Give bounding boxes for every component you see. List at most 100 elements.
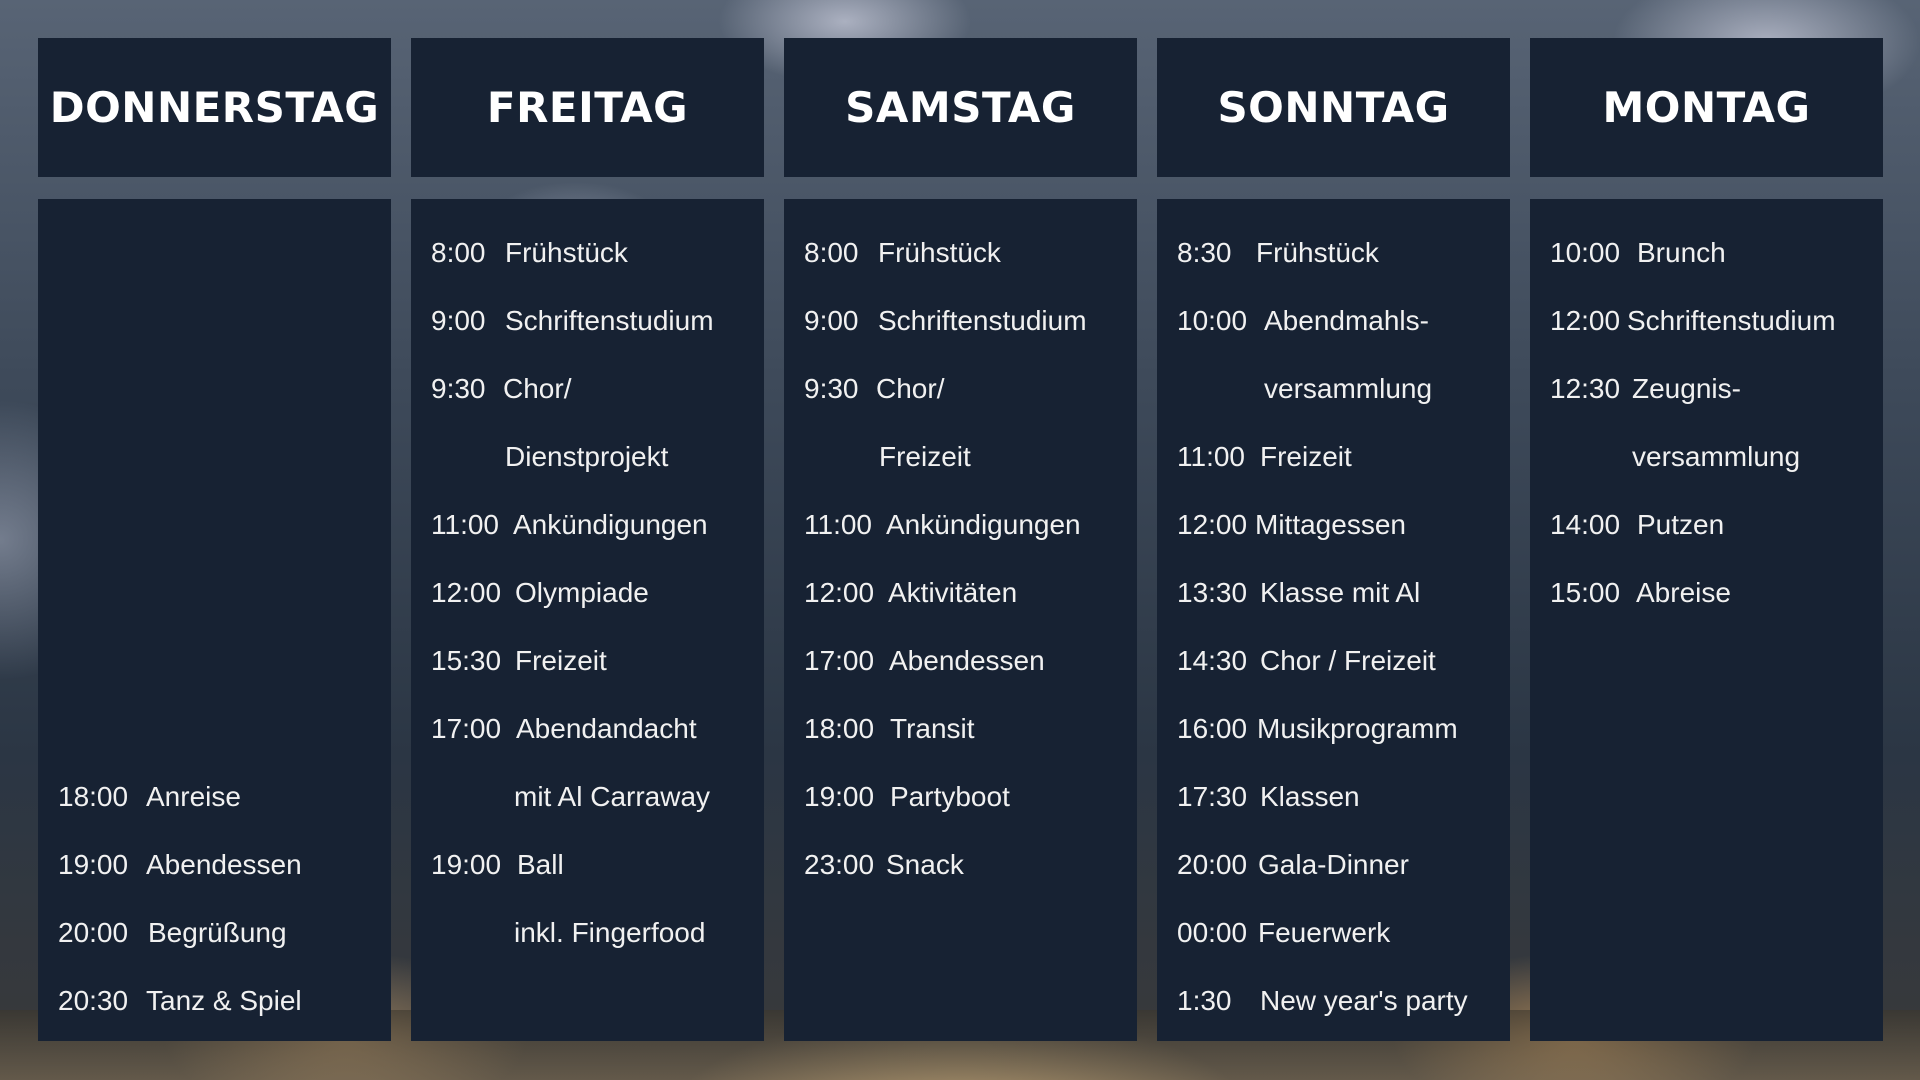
entry-activity: Abendandacht (516, 713, 697, 744)
entry-activity: Frühstück (1256, 237, 1379, 268)
entry-time: 00:00 (1177, 917, 1248, 948)
entry-time: 19:00 (804, 781, 875, 812)
entry-activity: versammlung (1264, 373, 1433, 404)
entry-activity: Partyboot (890, 781, 1010, 812)
entry-activity: Abendmahls- (1264, 305, 1429, 336)
entry-activity: New year's party (1260, 985, 1468, 1016)
entry-time: 10:00 (1177, 305, 1248, 336)
schedule-entry: 15:30 Freizeit (431, 627, 764, 695)
schedule-entry: 9:00 Schriftenstudium (804, 287, 1137, 355)
schedule-entry: 8:00 Frühstück (431, 219, 764, 287)
entry-activity: Freizeit (515, 645, 607, 676)
entry-activity: versammlung (1632, 441, 1801, 472)
day-name: FREITAG (486, 83, 689, 132)
entry-time: 15:30 (431, 645, 502, 676)
day-name: DONNERSTAG (49, 83, 380, 132)
entry-time: 12:00 (1550, 305, 1621, 336)
entry-time: 11:00 (431, 509, 499, 540)
day-agenda: 8:00 Frühstück 9:00 Schriftenstudium 9:30 Cho… (784, 199, 1137, 1041)
schedule-entry: inkl. Fingerfood (431, 899, 764, 967)
entry-time: 19:00 (431, 849, 502, 880)
entry-activity: Brunch (1637, 237, 1726, 268)
schedule-entry: 8:00 Frühstück (804, 219, 1137, 287)
schedule-entry: mit Al Carraway (431, 763, 764, 831)
entry-activity: Frühstück (878, 237, 1001, 268)
entry-activity: Anreise (146, 781, 241, 812)
entry-activity: Chor/ (503, 373, 572, 404)
entry-activity: Ankündigungen (886, 509, 1081, 540)
schedule-entry: 00:00 Feuerwerk (1177, 899, 1510, 967)
entry-activity: mit Al Carraway (514, 781, 711, 812)
entry-time: 9:30 (431, 373, 486, 404)
entry-time: 1:30 (1177, 985, 1232, 1016)
day-header: SAMSTAG (784, 38, 1137, 177)
schedule-entry: 12:00 Aktivitäten (804, 559, 1137, 627)
day-header: DONNERSTAG (38, 38, 391, 177)
entry-time: 17:30 (1177, 781, 1248, 812)
entry-time: 14:30 (1177, 645, 1248, 676)
schedule-entry: versammlung (1550, 423, 1883, 491)
entry-activity: Abendessen (146, 849, 302, 880)
entry-activity: Schriftenstudium (505, 305, 714, 336)
schedule-entry: 16:00 Musikprogramm (1177, 695, 1510, 763)
schedule-entry: 19:00 Ball (431, 831, 764, 899)
schedule-entry: 11:00 Ankündigungen (431, 491, 764, 559)
schedule-entry: versammlung (1177, 355, 1510, 423)
entry-activity: Snack (886, 849, 964, 880)
schedule-entry: Freizeit (804, 423, 1137, 491)
schedule-entry: 20:00 Begrüßung (58, 899, 391, 967)
entry-time: 8:00 (804, 237, 859, 268)
schedule-entry: 17:00 Abendessen (804, 627, 1137, 695)
entry-time: 9:30 (804, 373, 859, 404)
schedule-entry: 9:00 Schriftenstudium (431, 287, 764, 355)
entry-activity: Feuerwerk (1258, 917, 1391, 948)
schedule-entry: 18:00 Transit (804, 695, 1137, 763)
schedule-entry: 20:30 Tanz & Spiel (58, 967, 391, 1035)
entry-activity: Abreise (1636, 577, 1731, 608)
day-header: SONNTAG (1157, 38, 1510, 177)
entry-time: 13:30 (1177, 577, 1248, 608)
entry-activity: Olympiade (515, 577, 649, 608)
entry-time: 8:00 (431, 237, 486, 268)
entry-time: 20:00 (1177, 849, 1248, 880)
entry-activity: Mittagessen (1255, 509, 1406, 540)
schedule-entry: 1:30 New year's party (1177, 967, 1510, 1035)
schedule-entry: 12:00 Mittagessen (1177, 491, 1510, 559)
schedule-entry: 17:30 Klassen (1177, 763, 1510, 831)
entry-time: 12:00 (431, 577, 502, 608)
schedule-entry: 14:00 Putzen (1550, 491, 1883, 559)
entry-activity: Begrüßung (148, 917, 287, 948)
entry-time: 11:00 (804, 509, 872, 540)
entry-time: 15:00 (1550, 577, 1621, 608)
entry-time: 20:00 (58, 917, 129, 948)
entry-activity: Putzen (1637, 509, 1725, 540)
schedule-entry: 12:30 Zeugnis- (1550, 355, 1883, 423)
schedule-entry: 9:30 Chor/ (804, 355, 1137, 423)
schedule-entry: 10:00 Abendmahls- (1177, 287, 1510, 355)
entry-time: 9:00 (431, 305, 486, 336)
day-header: FREITAG (411, 38, 764, 177)
entry-activity: Ball (517, 849, 564, 880)
entry-time: 23:00 (804, 849, 875, 880)
entry-time: 11:00 (1177, 441, 1245, 472)
schedule-entry: 14:30 Chor / Freizeit (1177, 627, 1510, 695)
entry-activity: Dienstprojekt (505, 441, 669, 472)
schedule-entry: 12:00 Olympiade (431, 559, 764, 627)
entry-activity: inkl. Fingerfood (514, 917, 706, 948)
schedule-entry: 19:00 Abendessen (58, 831, 391, 899)
schedule-entry: 12:00 Schriftenstudium (1550, 287, 1883, 355)
entry-time: 17:00 (804, 645, 875, 676)
entry-activity: Frühstück (505, 237, 628, 268)
entry-activity: Transit (890, 713, 975, 744)
entry-activity: Gala-Dinner (1258, 849, 1409, 880)
entry-activity: Freizeit (1260, 441, 1352, 472)
day-agenda: 18:00 Anreise 19:00 Abendessen 20:00 Begrüßun… (38, 199, 391, 1041)
entry-activity: Zeugnis- (1632, 373, 1741, 404)
entry-activity: Freizeit (879, 441, 971, 472)
entry-time: 12:00 (1177, 509, 1248, 540)
schedule-entry: 10:00 Brunch (1550, 219, 1883, 287)
entry-time: 14:00 (1550, 509, 1621, 540)
schedule-entry: 23:00 Snack (804, 831, 1137, 899)
entry-time: 10:00 (1550, 237, 1621, 268)
entry-time: 17:00 (431, 713, 502, 744)
